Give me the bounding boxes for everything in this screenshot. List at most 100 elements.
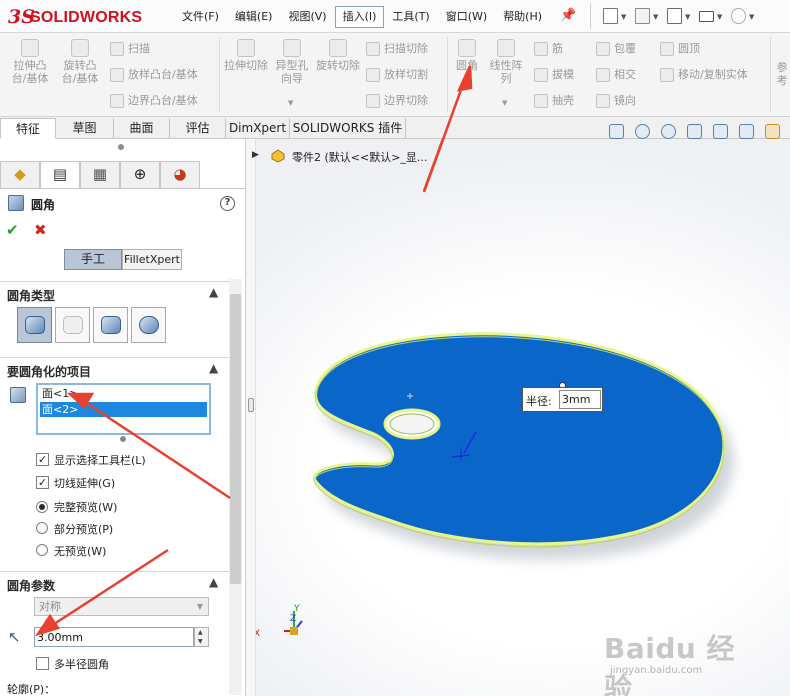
multi-radius-checkbox[interactable] — [36, 657, 49, 670]
extrude-cut-button[interactable]: 拉伸切除 — [224, 39, 268, 72]
undo-icon[interactable]: ▼ — [727, 4, 759, 28]
draft-button[interactable]: 拔模 — [534, 65, 574, 85]
list-item[interactable]: 面<2> — [40, 402, 207, 417]
no-preview-radio[interactable] — [36, 544, 48, 556]
boundary-cut-button[interactable]: 边界切除 — [366, 91, 428, 111]
show-selection-toolbar-checkbox[interactable]: ✓ — [36, 453, 49, 466]
tree-expand-icon[interactable]: ▶ — [252, 150, 259, 160]
collapse-chevron-icon[interactable]: ▲ — [209, 285, 218, 299]
swept-cut-button[interactable]: 扫描切除 — [366, 39, 428, 59]
wrap-button[interactable]: 包覆 — [596, 39, 636, 59]
items-selection-box[interactable]: 面<1> 面<2> — [36, 383, 211, 435]
new-document-icon[interactable]: ▼ — [599, 4, 631, 28]
tab-sketch[interactable]: 草图 — [56, 118, 114, 139]
zoom-area-icon[interactable] — [656, 122, 682, 142]
solidworks-logo[interactable]: 3S SOLIDWORKS — [6, 5, 154, 29]
collapse-chevron-icon[interactable]: ▲ — [209, 361, 218, 375]
feature-manager-icon: ◆ — [14, 165, 26, 183]
splitter-grip-icon[interactable] — [248, 398, 254, 412]
menu-window[interactable]: 窗口(W) — [438, 6, 495, 28]
revolve-cut-button[interactable]: 旋转切除 — [316, 39, 360, 72]
loft-boss-button[interactable]: 放样凸台/基体 — [110, 65, 198, 85]
tab-surfaces[interactable]: 曲面 — [114, 118, 170, 139]
radius-input[interactable] — [34, 627, 194, 647]
part-name[interactable]: 零件2 (默认<<默认>_显... — [292, 149, 427, 165]
fillet-type-section[interactable]: 圆角类型 ▲ — [0, 281, 229, 303]
move-copy-icon — [660, 68, 674, 82]
panel-splitter[interactable] — [246, 139, 256, 696]
graphics-area[interactable]: Y X Z — [256, 139, 790, 696]
menu-help[interactable]: 帮助(H) — [495, 6, 550, 28]
linear-pattern-button[interactable]: 线性阵列 — [486, 39, 526, 85]
sweep-button[interactable]: 扫描 — [110, 39, 150, 59]
rib-button[interactable]: 筋 — [534, 39, 563, 59]
face-fillet-button[interactable] — [93, 307, 128, 343]
reference-geometry-button[interactable]: 参考 — [774, 61, 790, 87]
manual-mode-button[interactable]: 手工 — [64, 249, 122, 270]
tangent-propagation-checkbox[interactable]: ✓ — [36, 476, 49, 489]
radius-callout[interactable]: 半径: 3mm — [522, 387, 603, 412]
tab-solidworks-addins[interactable]: SOLIDWORKS 插件 — [290, 118, 406, 139]
feature-manager-tab[interactable]: ◆ — [0, 161, 40, 188]
thumb-hole-inner — [389, 413, 435, 435]
tab-evaluate[interactable]: 评估 — [170, 118, 226, 139]
mirror-button[interactable]: 镜向 — [596, 91, 636, 111]
collapse-chevron-icon[interactable]: ▲ — [209, 575, 218, 589]
help-icon[interactable]: ? — [220, 196, 235, 211]
hide-show-items-icon[interactable] — [760, 122, 786, 142]
filletxpert-mode-button[interactable]: FilletXpert — [122, 249, 182, 270]
menu-file[interactable]: 文件(F) — [174, 6, 227, 28]
display-manager-tab[interactable]: ◕ — [160, 161, 200, 188]
menu-view[interactable]: 视图(V) — [280, 6, 334, 28]
symmetric-select[interactable]: 对称 ▼ — [34, 597, 209, 616]
partial-preview-radio[interactable] — [36, 522, 48, 534]
configuration-manager-tab[interactable]: ▦ — [80, 161, 120, 188]
ok-check-icon[interactable]: ✔ — [6, 221, 19, 239]
tab-dimxpert[interactable]: DimXpert — [226, 118, 290, 139]
revolve-boss-button[interactable]: 旋转凸台/基体 — [58, 39, 102, 85]
previous-view-icon[interactable] — [682, 122, 708, 142]
menu-tools[interactable]: 工具(T) — [384, 6, 437, 28]
display-style-icon[interactable] — [734, 122, 760, 142]
section-view-icon[interactable] — [708, 122, 734, 142]
full-round-fillet-button[interactable] — [131, 307, 166, 343]
radius-callout-label: 半径: — [526, 395, 552, 408]
fillet-button[interactable]: 圆角 — [452, 39, 482, 72]
zoom-to-fit-icon[interactable] — [630, 122, 656, 142]
shell-button[interactable]: 抽壳 — [534, 91, 574, 111]
open-folder-icon[interactable]: ▼ — [631, 4, 663, 28]
lofted-cut-button[interactable]: 放样切割 — [366, 65, 428, 85]
variable-size-fillet-button[interactable] — [55, 307, 90, 343]
dimxpert-manager-tab[interactable]: ⊕ — [120, 161, 160, 188]
tab-features[interactable]: 特征 — [0, 118, 56, 139]
radius-stepper[interactable]: ▲ ▼ — [194, 627, 209, 647]
stepper-up-icon[interactable]: ▲ — [198, 629, 203, 636]
linear-pattern-dropdown-icon[interactable]: ▼ — [502, 99, 507, 107]
menu-insert[interactable]: 插入(I) — [334, 6, 385, 28]
menu-edit[interactable]: 编辑(E) — [227, 6, 281, 28]
hole-wizard-button[interactable]: 异型孔向导 — [272, 39, 312, 85]
boundary-boss-button[interactable]: 边界凸台/基体 — [110, 91, 198, 111]
cancel-x-icon[interactable]: ✖ — [34, 221, 47, 239]
panel-grip[interactable] — [118, 144, 124, 150]
property-manager-tab[interactable]: ▤ — [40, 161, 80, 188]
save-icon[interactable]: ▼ — [663, 4, 695, 28]
view-orient-icon[interactable] — [604, 122, 630, 142]
pin-icon[interactable]: 📌 — [560, 9, 576, 23]
triad-y-label: Y — [294, 604, 300, 614]
list-item[interactable]: 面<1> — [40, 386, 207, 401]
pm-scrollbar-thumb[interactable] — [230, 294, 241, 584]
dome-button[interactable]: 圆顶 — [660, 39, 700, 59]
list-resize-grip[interactable] — [120, 436, 126, 442]
fillet-parameters-section[interactable]: 圆角参数 ▲ — [0, 571, 229, 593]
intersect-button[interactable]: 相交 — [596, 65, 636, 85]
constant-size-fillet-button[interactable] — [17, 307, 52, 343]
move-copy-body-button[interactable]: 移动/复制实体 — [660, 65, 748, 85]
radius-callout-value[interactable]: 3mm — [559, 390, 601, 409]
items-to-fillet-section[interactable]: 要圆角化的项目 ▲ — [0, 357, 229, 379]
extrude-boss-button[interactable]: 拉伸凸台/基体 — [8, 39, 52, 85]
print-icon[interactable]: ▼ — [695, 4, 727, 28]
full-preview-radio[interactable] — [36, 501, 48, 513]
hole-wizard-dropdown-icon[interactable]: ▼ — [288, 99, 293, 107]
stepper-down-icon[interactable]: ▼ — [198, 638, 203, 645]
